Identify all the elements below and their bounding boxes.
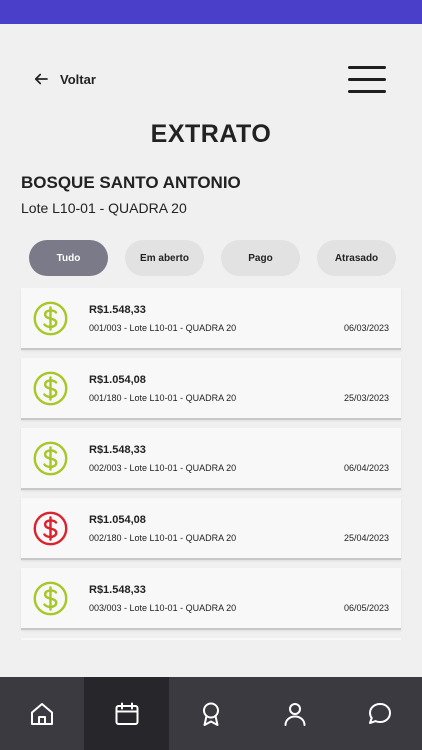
user-icon	[281, 700, 309, 728]
transaction-date: 06/04/2023	[343, 463, 389, 473]
nav-award[interactable]	[169, 677, 253, 750]
back-label: Voltar	[60, 71, 96, 87]
transaction-description: 002/180 - Lote L10-01 - QUADRA 20	[89, 533, 237, 543]
transaction-description: 002/003 - Lote L10-01 - QUADRA 20	[89, 463, 237, 473]
project-name: BOSQUE SANTO ANTONIO	[21, 173, 241, 192]
transaction-description: 001/003 - Lote L10-01 - QUADRA 20	[89, 323, 237, 333]
dollar-circle-icon	[32, 370, 69, 407]
filter-tabs: Tudo Em aberto Pago Atrasado	[29, 240, 396, 276]
dollar-circle-icon	[32, 510, 69, 547]
hamburger-menu-icon[interactable]	[348, 66, 386, 94]
nav-chat[interactable]	[338, 677, 422, 750]
filter-chip-atrasado[interactable]: Atrasado	[317, 240, 396, 276]
transaction-amount: R$1.548,33	[89, 304, 146, 316]
transaction-description: 003/003 - Lote L10-01 - QUADRA 20	[89, 603, 237, 613]
transaction-list[interactable]: R$1.548,33 001/003 - Lote L10-01 - QUADR…	[0, 288, 422, 640]
transaction-amount: R$1.054,08	[89, 514, 146, 526]
transaction-description: 001/180 - Lote L10-01 - QUADRA 20	[89, 393, 237, 403]
nav-home[interactable]	[0, 677, 84, 750]
transaction-card[interactable]	[21, 638, 401, 640]
filter-chip-em-aberto[interactable]: Em aberto	[125, 240, 204, 276]
award-icon	[197, 700, 225, 728]
transaction-card[interactable]: R$1.548,33 003/003 - Lote L10-01 - QUADR…	[21, 568, 401, 630]
lot-info: Lote L10-01 - QUADRA 20	[21, 200, 187, 216]
page-title: EXTRATO	[150, 120, 272, 148]
transaction-amount: R$1.548,33	[89, 444, 146, 456]
back-button[interactable]: Voltar	[32, 70, 96, 88]
filter-chip-pago[interactable]: Pago	[221, 240, 300, 276]
home-icon	[28, 700, 56, 728]
transaction-card[interactable]: R$1.548,33 001/003 - Lote L10-01 - QUADR…	[21, 288, 401, 350]
transaction-card[interactable]: R$1.548,33 002/003 - Lote L10-01 - QUADR…	[21, 428, 401, 490]
transaction-date: 06/03/2023	[343, 323, 389, 333]
arrow-left-icon	[32, 70, 50, 88]
header: Voltar	[0, 24, 422, 114]
transaction-amount: R$1.054,08	[89, 374, 146, 386]
transaction-amount: R$1.548,33	[89, 584, 146, 596]
transaction-date: 06/05/2023	[343, 603, 389, 613]
nav-calendar[interactable]	[84, 677, 169, 750]
transaction-card[interactable]: R$1.054,08 001/180 - Lote L10-01 - QUADR…	[21, 358, 401, 420]
transaction-date: 25/04/2023	[343, 533, 389, 543]
transaction-date: 25/03/2023	[343, 393, 389, 403]
transaction-card[interactable]: R$1.054,08 002/180 - Lote L10-01 - QUADR…	[21, 498, 401, 560]
status-bar	[0, 0, 422, 24]
calendar-icon	[113, 700, 141, 728]
dollar-circle-icon	[32, 440, 69, 477]
chat-icon	[366, 700, 394, 728]
dollar-circle-icon	[32, 300, 69, 337]
filter-chip-tudo[interactable]: Tudo	[29, 240, 108, 276]
bottom-nav	[0, 677, 422, 750]
dollar-circle-icon	[32, 580, 69, 617]
nav-profile[interactable]	[253, 677, 337, 750]
